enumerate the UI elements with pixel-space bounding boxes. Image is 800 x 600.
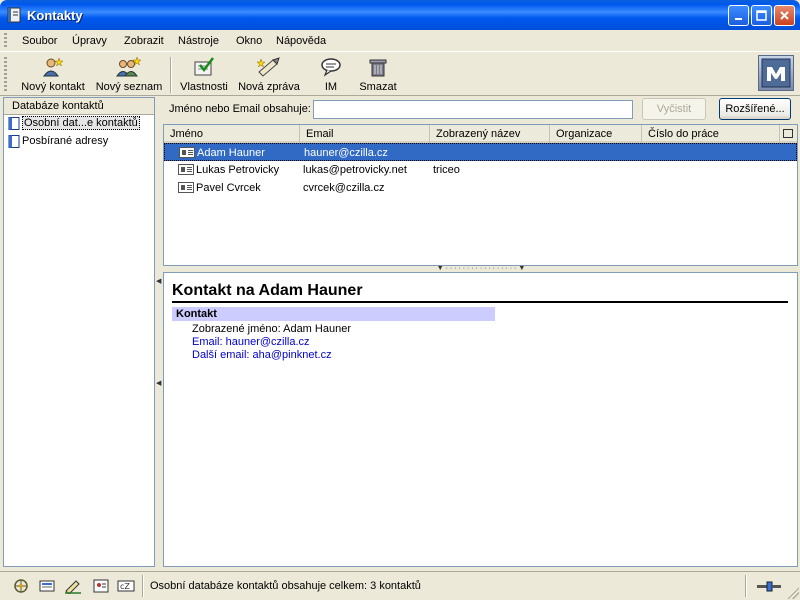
statusbar-separator — [745, 575, 747, 597]
tree-label-collected: Posbírané adresy — [22, 135, 109, 147]
delete-label: Smazat — [359, 81, 397, 93]
composer-icon[interactable] — [64, 578, 82, 594]
mail-icon[interactable] — [38, 578, 56, 594]
address-book-icon — [8, 135, 20, 148]
column-header-display-name[interactable]: Zobrazený název — [430, 125, 550, 143]
column-header-email[interactable]: Email — [300, 125, 430, 143]
search-label: Jméno nebo Email obsahuje: — [169, 103, 311, 115]
statusbar-separator — [142, 575, 144, 597]
close-button[interactable] — [774, 5, 795, 26]
status-bar: cZ Osobní databáze kontaktů obsahuje cel… — [0, 571, 800, 600]
minimize-icon — [735, 18, 742, 20]
minimize-button[interactable] — [728, 5, 749, 26]
throbber-logo[interactable] — [758, 55, 794, 91]
toolbar: Nový kontakt Nový seznam Vlastnosti Nová… — [0, 53, 800, 96]
detail-display-name: Zobrazené jméno: Adam Hauner — [192, 323, 351, 335]
chat-bubble-icon — [321, 58, 341, 77]
menubar-grip[interactable] — [4, 33, 7, 49]
menu-nastroje[interactable]: Nástroje — [178, 35, 219, 47]
mozilla-logo-icon — [761, 58, 791, 88]
new-list-button[interactable]: Nový seznam — [96, 55, 162, 95]
search-bar: Jméno nebo Email obsahuje: Vyčistit Rozš… — [163, 97, 798, 122]
cell-email: lukas@petrovicky.net — [303, 164, 407, 176]
menu-okno[interactable]: Okno — [236, 35, 262, 47]
contact-card-icon — [179, 147, 195, 158]
cell-email: cvrcek@czilla.cz — [303, 182, 385, 194]
cell-name: Lukas Petrovicky — [196, 164, 280, 176]
im-label: IM — [324, 81, 338, 93]
contact-card-icon — [178, 164, 194, 175]
status-text: Osobní databáze kontaktů obsahuje celkem… — [150, 580, 421, 592]
cell-display-name: triceo — [433, 164, 460, 176]
menu-bar: Soubor Úpravy Zobrazit Nástroje Okno Náp… — [0, 30, 800, 52]
cell-email: hauner@czilla.cz — [304, 147, 388, 159]
menu-soubor[interactable]: Soubor — [22, 35, 57, 47]
new-list-label: Nový seznam — [95, 81, 163, 93]
advanced-search-button[interactable]: Rozšířené... — [719, 98, 791, 120]
collapse-left-icon[interactable]: ◀ — [156, 277, 161, 285]
table-row[interactable]: Adam Hauner hauner@czilla.cz — [164, 143, 797, 161]
new-contact-icon — [43, 57, 64, 77]
column-header-work-phone[interactable]: Číslo do práce — [642, 125, 780, 143]
tree-item-personal[interactable]: Osobní dat...e kontaktů — [4, 115, 154, 133]
properties-label: Vlastnosti — [180, 81, 228, 93]
close-icon — [780, 11, 789, 20]
maximize-button[interactable] — [751, 5, 772, 26]
new-message-icon — [257, 57, 280, 77]
cell-name: Adam Hauner — [197, 147, 265, 159]
navigator-icon[interactable] — [12, 578, 30, 594]
online-connection-icon[interactable] — [756, 578, 782, 594]
address-book-tree: Databáze kontaktů Osobní dat...e kontakt… — [3, 97, 155, 567]
table-header: Jméno Email Zobrazený název Organizace Č… — [164, 125, 797, 143]
menu-upravy[interactable]: Úpravy — [72, 35, 107, 47]
column-header-name[interactable]: Jméno — [164, 125, 300, 143]
resize-grip[interactable] — [787, 587, 799, 599]
new-list-icon — [116, 56, 142, 77]
clear-button[interactable]: Vyčistit — [642, 98, 706, 120]
detail-email-link[interactable]: Email: hauner@czilla.cz — [192, 336, 310, 348]
table-row[interactable]: Pavel Cvrcek cvrcek@czilla.cz — [164, 179, 797, 197]
new-message-label: Nová zpráva — [238, 81, 300, 93]
properties-button[interactable]: Vlastnosti — [178, 55, 230, 95]
search-input[interactable] — [313, 100, 633, 119]
window-title: Kontakty — [27, 8, 83, 23]
tree-header[interactable]: Databáze kontaktů — [4, 98, 154, 115]
trash-icon — [369, 59, 387, 77]
toolbar-separator — [170, 57, 172, 93]
vertical-splitter[interactable]: ◀ ◀ — [155, 97, 162, 567]
delete-button[interactable]: Smazat — [356, 55, 400, 95]
menu-zobrazit[interactable]: Zobrazit — [124, 35, 164, 47]
svg-text:cZ: cZ — [120, 582, 130, 591]
splitter-grip[interactable]: ▼ · · · · · · · · · · · · · · · · · ▼ — [425, 265, 537, 272]
contact-table: Jméno Email Zobrazený název Organizace Č… — [163, 124, 798, 266]
im-button[interactable]: IM — [314, 55, 348, 95]
toolbar-grip[interactable] — [4, 57, 7, 93]
new-message-button[interactable]: Nová zpráva — [236, 55, 302, 95]
new-contact-button[interactable]: Nový kontakt — [20, 55, 86, 95]
properties-icon — [194, 57, 214, 76]
detail-title: Kontakt na Adam Hauner — [172, 282, 788, 303]
column-picker-icon[interactable] — [783, 129, 793, 138]
irc-chat-icon[interactable]: cZ — [117, 578, 135, 594]
tree-label-personal: Osobní dat...e kontaktů — [22, 116, 140, 130]
address-book-icon — [7, 7, 21, 23]
tree-item-collected[interactable]: Posbírané adresy — [4, 133, 154, 151]
contact-detail-pane: Kontakt na Adam Hauner Kontakt Zobrazené… — [163, 272, 798, 567]
title-bar: Kontakty — [0, 0, 800, 30]
menu-napoveda[interactable]: Nápověda — [276, 35, 326, 47]
address-book-icon[interactable] — [92, 578, 110, 594]
cell-name: Pavel Cvrcek — [196, 182, 261, 194]
maximize-icon — [756, 10, 767, 21]
new-contact-label: Nový kontakt — [21, 81, 85, 93]
column-header-organization[interactable]: Organizace — [550, 125, 642, 143]
detail-other-email-link[interactable]: Další email: aha@pinknet.cz — [192, 349, 332, 361]
address-book-icon — [8, 117, 20, 130]
detail-section-heading: Kontakt — [172, 307, 495, 321]
collapse-left-icon[interactable]: ◀ — [156, 379, 161, 387]
contact-card-icon — [178, 182, 194, 193]
table-row[interactable]: Lukas Petrovicky lukas@petrovicky.net tr… — [164, 161, 797, 179]
